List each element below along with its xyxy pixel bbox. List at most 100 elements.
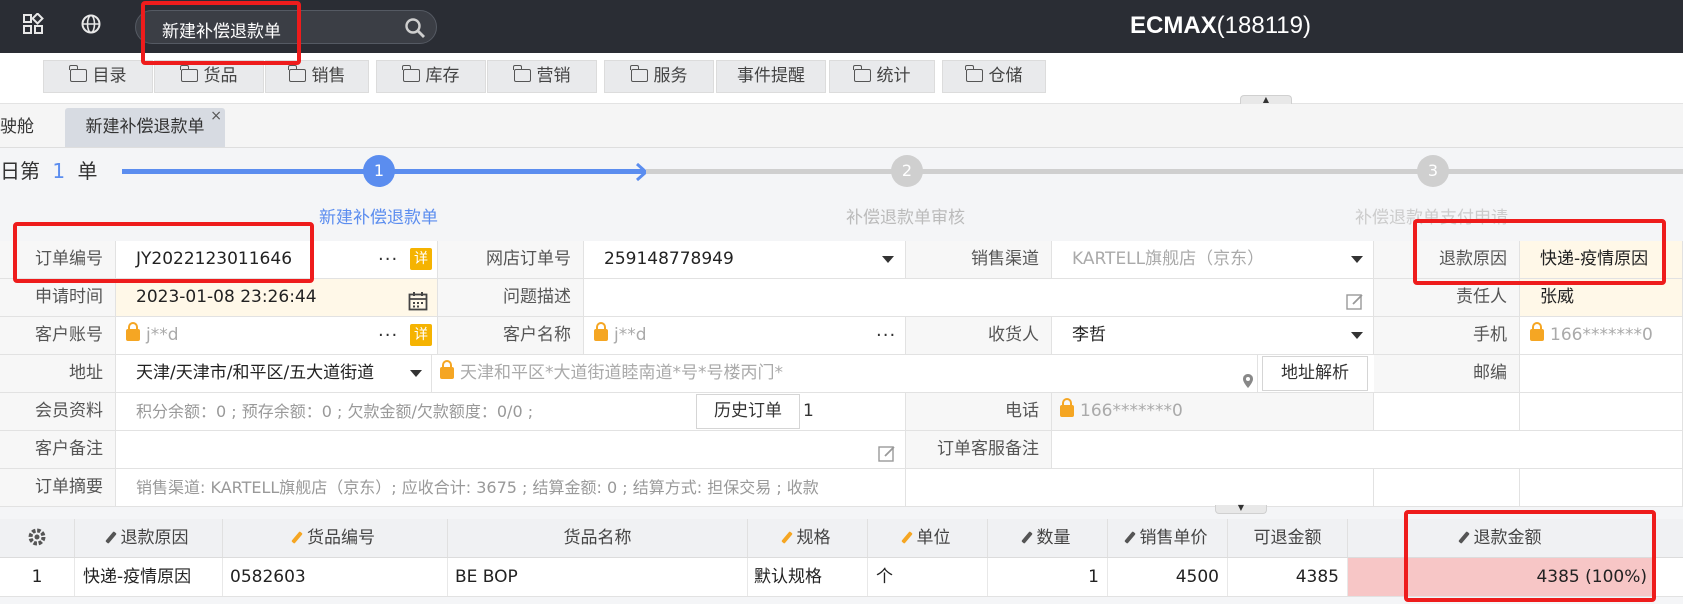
search-input[interactable]: 新建补偿退款单 <box>162 17 281 42</box>
menu-item-goods[interactable]: 货品 <box>154 60 264 93</box>
menu-bar: 目录 货品 销售 库存 营销 服务 事件提醒 统计 仓储 <box>0 53 1683 104</box>
form-row: 订单摘要 销售渠道: KARTELL旗舰店（京东）; 应收合计: 3675 ; … <box>0 469 1683 507</box>
channel-label: 销售渠道 <box>906 241 1052 278</box>
edit-pencil-icon <box>780 531 793 544</box>
form-row: 客户备注 订单客服备注 <box>0 431 1683 469</box>
menu-item-statistics[interactable]: 统计 <box>829 60 935 93</box>
empty-cell <box>1374 393 1520 430</box>
items-table-header: 退款原因 货品编号 货品名称 规格 单位 数量 销售单价 可退金额 退款金额 <box>0 519 1683 558</box>
order-cs-note-label: 订单客服备注 <box>906 431 1052 468</box>
empty-cell <box>1374 469 1520 506</box>
folder-icon <box>512 65 531 82</box>
customer-name-field[interactable]: j**d ··· <box>584 317 906 354</box>
problem-field[interactable] <box>584 279 1374 316</box>
row-spec[interactable]: 默认规格 <box>748 558 868 596</box>
apps-grid-icon[interactable] <box>20 12 46 39</box>
history-count: 1 <box>803 401 814 421</box>
col-qty[interactable]: 数量 <box>988 519 1108 557</box>
step-1-label: 新建补偿退款单 <box>319 208 438 228</box>
menu-collapse-handle[interactable]: ▲ <box>1240 95 1292 104</box>
shop-order-field[interactable]: 259148778949 <box>584 241 906 278</box>
address-detail-field[interactable]: 天津和平区*大道街道睦南道*号*号楼丙门* <box>432 355 1258 392</box>
row-index: 1 <box>0 558 75 596</box>
form-row: 客户账号 j**d ··· 详 客户名称 j**d ··· 收货人 李哲 手机 … <box>0 317 1683 355</box>
col-unit[interactable]: 单位 <box>868 519 988 557</box>
col-refundable[interactable]: 可退金额 <box>1228 519 1348 557</box>
apply-time-field[interactable]: 2023-01-08 23:26:44 <box>116 279 438 316</box>
mobile-field[interactable]: 166*******0 <box>1520 317 1683 354</box>
search-box[interactable]: 新建补偿退款单 <box>135 10 437 44</box>
customer-note-field[interactable] <box>116 431 906 468</box>
phone-field[interactable]: 166*******0 <box>1052 393 1374 430</box>
history-orders-button[interactable]: 历史订单 <box>696 394 800 429</box>
settings-column[interactable] <box>0 519 75 557</box>
edit-pencil-icon <box>1123 531 1136 544</box>
chevron-down-icon[interactable] <box>1351 256 1363 263</box>
channel-field[interactable]: KARTELL旗舰店（京东） <box>1052 241 1374 278</box>
refund-reason-field[interactable]: 快递-疫情原因 <box>1520 241 1683 278</box>
chevron-down-icon[interactable] <box>882 256 894 263</box>
row-sale-price[interactable]: 4500 <box>1108 558 1228 596</box>
receiver-field[interactable]: 李哲 <box>1052 317 1374 354</box>
daily-order-counter: 日第 1 单 <box>0 159 98 183</box>
edit-pencil-icon <box>900 531 913 544</box>
row-refund-reason[interactable]: 快递-疫情原因 <box>75 558 223 596</box>
tab-cockpit[interactable]: 驶舱 <box>0 108 56 147</box>
postcode-field[interactable] <box>1520 355 1683 392</box>
detail-badge-icon[interactable]: 详 <box>410 248 432 270</box>
account-field[interactable]: j**d ··· 详 <box>116 317 438 354</box>
more-icon[interactable]: ··· <box>876 317 896 354</box>
edit-pencil-icon <box>291 531 303 544</box>
row-qty[interactable]: 1 <box>988 558 1108 596</box>
refund-reason-label: 退款原因 <box>1374 241 1520 278</box>
more-icon[interactable]: ··· <box>378 241 398 278</box>
customer-name-label: 客户名称 <box>438 317 584 354</box>
step-1-dot: 1 <box>363 155 395 187</box>
row-unit[interactable]: 个 <box>868 558 988 596</box>
col-refund-reason[interactable]: 退款原因 <box>75 519 223 557</box>
form-collapse-handle[interactable]: ▼ <box>1215 504 1267 514</box>
lock-icon <box>440 360 454 379</box>
col-refund-amount[interactable]: 退款金额 <box>1348 519 1656 557</box>
menu-item-sales[interactable]: 销售 <box>265 60 369 93</box>
brand-title: ECMAX(188119) <box>1130 12 1311 39</box>
col-goods-code[interactable]: 货品编号 <box>223 519 448 557</box>
more-icon[interactable]: ··· <box>378 317 398 354</box>
gear-icon[interactable] <box>27 527 47 547</box>
summary-label: 订单摘要 <box>0 469 116 506</box>
mobile-label: 手机 <box>1374 317 1520 354</box>
edit-pencil-icon <box>1020 531 1033 544</box>
menu-item-service[interactable]: 服务 <box>604 60 714 93</box>
col-spec[interactable]: 规格 <box>748 519 868 557</box>
customer-note-label: 客户备注 <box>0 431 116 468</box>
table-row[interactable]: 1 快递-疫情原因 0582603 BE BOP 默认规格 个 1 4500 4… <box>0 558 1683 597</box>
menu-item-event-reminder[interactable]: 事件提醒 <box>716 60 826 93</box>
receiver-label: 收货人 <box>906 317 1052 354</box>
address-label: 地址 <box>0 355 116 392</box>
menu-item-inventory[interactable]: 库存 <box>376 60 486 93</box>
order-cs-note-field[interactable] <box>1052 431 1683 468</box>
chevron-down-icon[interactable] <box>1351 332 1363 339</box>
close-icon[interactable]: × <box>210 97 222 136</box>
address-parse-button[interactable]: 地址解析 <box>1262 356 1368 391</box>
tab-new-compensation-refund[interactable]: 新建补偿退款单 × <box>65 108 225 147</box>
menu-item-warehouse[interactable]: 仓储 <box>942 60 1046 93</box>
col-goods-name[interactable]: 货品名称 <box>448 519 748 557</box>
folder-icon <box>629 65 648 82</box>
globe-icon[interactable] <box>78 13 104 39</box>
menu-item-marketing[interactable]: 营销 <box>487 60 597 93</box>
postcode-label: 邮编 <box>1374 355 1520 392</box>
owner-field[interactable]: 张威 <box>1520 279 1683 316</box>
row-refund-amount[interactable]: 4385 (100%) <box>1348 558 1656 596</box>
order-no-field[interactable]: JY2022123011646 ··· 详 <box>116 241 438 278</box>
lock-icon <box>1060 398 1074 417</box>
search-icon[interactable] <box>404 17 426 43</box>
address-region-select[interactable]: 天津/天津市/和平区/五大道街道 <box>116 355 432 392</box>
lock-icon <box>126 322 140 341</box>
col-sale-price[interactable]: 销售单价 <box>1108 519 1228 557</box>
account-label: 客户账号 <box>0 317 116 354</box>
row-goods-code[interactable]: 0582603 <box>223 558 448 596</box>
menu-item-catalog[interactable]: 目录 <box>43 60 153 93</box>
chevron-down-icon[interactable] <box>410 370 422 377</box>
detail-badge-icon[interactable]: 详 <box>410 324 432 346</box>
